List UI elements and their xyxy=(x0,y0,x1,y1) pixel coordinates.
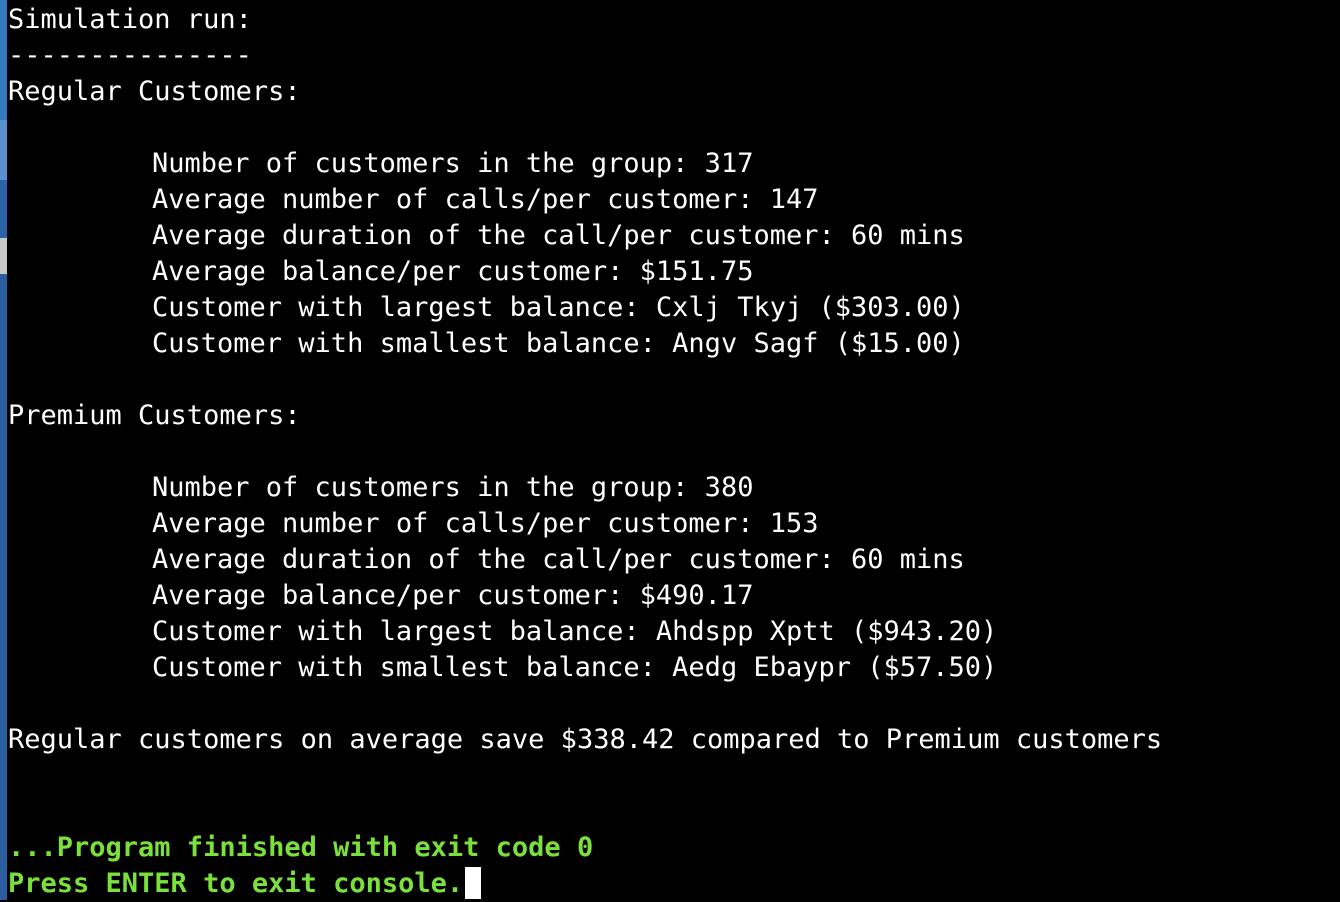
regular-stat-line: Average number of calls/per customer: 14… xyxy=(152,184,819,215)
premium-stat-line: Average number of calls/per customer: 15… xyxy=(152,508,819,539)
savings-summary: Regular customers on average save $338.4… xyxy=(8,724,1163,755)
regular-stat-line: Number of customers in the group: 317 xyxy=(152,148,754,179)
edge-segment xyxy=(0,180,7,238)
regular-customers-header: Regular Customers: xyxy=(8,76,301,107)
premium-stat-line: Average duration of the call/per custome… xyxy=(152,544,965,575)
terminal-console[interactable]: Simulation run: --------------- Regular … xyxy=(8,0,1340,900)
regular-stat-line: Customer with smallest balance: Angv Sag… xyxy=(152,328,965,359)
edge-segment xyxy=(0,238,7,274)
exit-status-message: ...Program finished with exit code 0 xyxy=(8,832,594,863)
edge-segment xyxy=(0,274,7,900)
console-title: Simulation run: xyxy=(8,4,252,35)
edge-segment xyxy=(0,0,7,120)
premium-stat-line: Average balance/per customer: $490.17 xyxy=(152,580,754,611)
exit-prompt-text: Press ENTER to exit console. xyxy=(8,868,464,899)
premium-stat-line: Customer with largest balance: Ahdspp Xp… xyxy=(152,616,998,647)
premium-stat-line: Number of customers in the group: 380 xyxy=(152,472,754,503)
premium-stat-line: Customer with smallest balance: Aedg Eba… xyxy=(152,652,998,683)
edge-segment xyxy=(0,120,7,180)
console-separator: --------------- xyxy=(8,40,252,71)
text-cursor xyxy=(465,867,482,899)
premium-customers-header: Premium Customers: xyxy=(8,400,301,431)
regular-stat-line: Customer with largest balance: Cxlj Tkyj… xyxy=(152,292,965,323)
regular-stat-line: Average duration of the call/per custome… xyxy=(152,220,965,251)
window-edge-strip xyxy=(0,0,7,900)
regular-stat-line: Average balance/per customer: $151.75 xyxy=(152,256,754,287)
exit-prompt-line[interactable]: Press ENTER to exit console. xyxy=(8,866,482,902)
